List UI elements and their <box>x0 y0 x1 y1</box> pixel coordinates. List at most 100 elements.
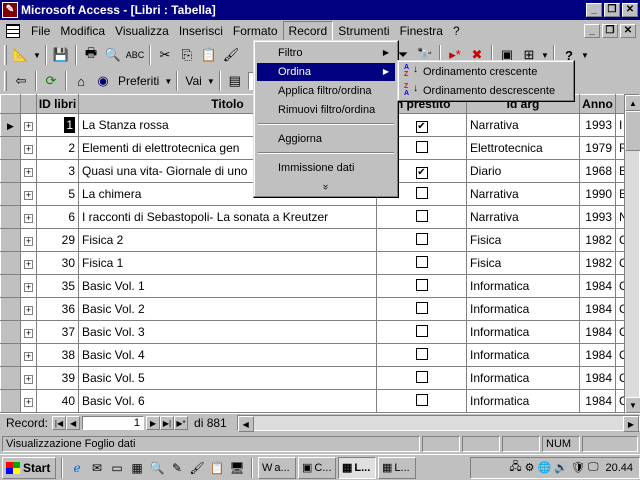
cell-anno[interactable]: 1982 <box>579 251 616 275</box>
cell-id[interactable]: 2 <box>36 136 79 160</box>
scroll-up-icon[interactable]: ▲ <box>625 95 640 111</box>
menu-item-applica-filtro[interactable]: Applica filtro/ordina <box>257 82 395 100</box>
expand-subdatasheet-icon[interactable]: + <box>20 113 37 137</box>
cell-id-arg[interactable]: Informatica <box>466 343 580 367</box>
expand-subdatasheet-icon[interactable]: + <box>20 320 37 344</box>
cell-id[interactable]: 39 <box>36 366 79 390</box>
cell-id-arg[interactable]: Informatica <box>466 274 580 298</box>
paint-icon[interactable]: 🖌 <box>188 459 206 477</box>
row-selector[interactable] <box>0 159 21 183</box>
cell-anno[interactable]: 1993 <box>579 205 616 229</box>
datasheet-icon[interactable] <box>6 24 20 38</box>
print-preview-icon[interactable]: 🔍 <box>102 44 124 66</box>
expand-subdatasheet-icon[interactable]: + <box>20 366 37 390</box>
view-icon[interactable]: 📐 <box>10 44 32 66</box>
cell-id-arg[interactable]: Informatica <box>466 366 580 390</box>
menu-formato[interactable]: Formato <box>228 22 283 40</box>
new-record-nav-icon[interactable]: ▶* <box>174 416 189 430</box>
cell-id[interactable]: 40 <box>36 389 79 413</box>
row-selector[interactable] <box>0 320 21 344</box>
table-row[interactable]: +40Basic Vol. 6Informatica1984C <box>0 389 629 413</box>
cell-id[interactable]: 29 <box>36 228 79 252</box>
cell-anno[interactable]: 1984 <box>579 274 616 298</box>
table-row[interactable]: +6 I racconti di Sebastopoli- La sonata a… <box>0 205 629 229</box>
cell-id-arg[interactable]: Informatica <box>466 389 580 413</box>
row-selector[interactable]: ▶ <box>0 113 21 137</box>
desktop-icon[interactable]: ▭ <box>108 459 126 477</box>
first-record-icon[interactable]: |◀ <box>52 416 67 430</box>
row-selector[interactable] <box>0 182 21 206</box>
scroll-down-icon[interactable]: ▼ <box>625 397 640 413</box>
cell-titolo[interactable]: Basic Vol. 2 <box>78 297 377 321</box>
scheduler-icon[interactable]: ⚙ <box>525 461 535 474</box>
cell-titolo[interactable]: Fisica 2 <box>78 228 377 252</box>
cell-anno[interactable]: 1984 <box>579 320 616 344</box>
menu-inserisci[interactable]: Inserisci <box>174 22 228 40</box>
scroll-thumb[interactable] <box>625 111 640 151</box>
row-selector[interactable] <box>0 343 21 367</box>
cell-titolo[interactable]: I racconti di Sebastopoli- La sonata a K… <box>78 205 377 229</box>
cut-icon[interactable]: ✂ <box>154 44 176 66</box>
restore-button[interactable]: ❐ <box>604 3 620 17</box>
cell-titolo[interactable]: Basic Vol. 6 <box>78 389 377 413</box>
refresh-icon[interactable]: ⟳ <box>40 70 62 92</box>
row-selector[interactable] <box>0 389 21 413</box>
table-row[interactable]: +39Basic Vol. 5Informatica1984C <box>0 366 629 390</box>
internet-explorer-icon[interactable]: ℯ <box>68 459 86 477</box>
explorer-icon[interactable]: 🔍 <box>148 459 166 477</box>
expand-subdatasheet-icon[interactable]: + <box>20 297 37 321</box>
cell-id[interactable]: 3 <box>36 159 79 183</box>
menu-file[interactable]: File <box>26 22 55 40</box>
cell-id-arg[interactable]: Narrativa <box>466 113 580 137</box>
cell-id[interactable]: 35 <box>36 274 79 298</box>
cell-prestito-checkbox[interactable] <box>376 297 467 321</box>
goto-menu[interactable]: Vai <box>181 70 205 92</box>
cell-id-arg[interactable]: Narrativa <box>466 205 580 229</box>
task-item-l[interactable]: ▦ L... <box>378 456 416 479</box>
access-key-icon[interactable]: ✎ <box>2 2 18 18</box>
monitor-icon[interactable]: 🖥 <box>228 459 246 477</box>
cell-prestito-checkbox[interactable] <box>376 389 467 413</box>
cell-anno[interactable]: 1993 <box>579 113 616 137</box>
cell-id[interactable]: 30 <box>36 251 79 275</box>
cell-id[interactable]: 5 <box>36 182 79 206</box>
cell-id-arg[interactable]: Diario <box>466 159 580 183</box>
cell-titolo[interactable]: Fisica 1 <box>78 251 377 275</box>
menu-item-filtro[interactable]: Filtro ▶ <box>257 44 395 62</box>
expand-subdatasheet-icon[interactable]: + <box>20 251 37 275</box>
cell-titolo[interactable]: Basic Vol. 1 <box>78 274 377 298</box>
close-button[interactable]: ✕ <box>622 3 638 17</box>
cell-prestito-checkbox[interactable] <box>376 228 467 252</box>
show-only-web-toolbar-icon[interactable]: ▤ <box>224 70 246 92</box>
clock[interactable]: 20.44 <box>605 462 633 474</box>
cell-id-arg[interactable]: Fisica <box>466 251 580 275</box>
menu-visualizza[interactable]: Visualizza <box>110 22 174 40</box>
column-header-anno[interactable]: Anno <box>579 94 616 114</box>
menu-strumenti[interactable]: Strumenti <box>333 22 394 40</box>
row-selector[interactable] <box>0 297 21 321</box>
row-selector[interactable] <box>0 228 21 252</box>
globe-icon[interactable]: 🌐 <box>537 461 551 474</box>
goto-dropdown-icon[interactable]: ▼ <box>206 70 216 92</box>
cell-id[interactable]: 6 <box>36 205 79 229</box>
spelling-icon[interactable]: ABC <box>124 44 146 66</box>
cell-anno[interactable]: 1984 <box>579 366 616 390</box>
back-icon[interactable]: ⇦ <box>10 70 32 92</box>
cell-id-arg[interactable]: Fisica <box>466 228 580 252</box>
cell-titolo[interactable]: Basic Vol. 5 <box>78 366 377 390</box>
expand-subdatasheet-icon[interactable]: + <box>20 389 37 413</box>
cell-titolo[interactable]: Basic Vol. 3 <box>78 320 377 344</box>
table-row[interactable]: +29Fisica 2Fisica1982C <box>0 228 629 252</box>
menu-item-immissione-dati[interactable]: Immissione dati <box>257 159 395 177</box>
previous-record-icon[interactable]: ◀ <box>66 416 81 430</box>
print-icon[interactable]: 🖶 <box>80 44 102 66</box>
format-painter-icon[interactable]: 🖌 <box>220 44 242 66</box>
table-row[interactable]: +36Basic Vol. 2Informatica1984C <box>0 297 629 321</box>
menu-record[interactable]: Record <box>282 21 334 41</box>
favorites-menu[interactable]: Preferiti <box>114 70 163 92</box>
doc-minimize-button[interactable]: _ <box>584 24 600 38</box>
cell-anno[interactable]: 1979 <box>579 136 616 160</box>
table-row[interactable]: +37Basic Vol. 3Informatica1984C <box>0 320 629 344</box>
row-selector[interactable] <box>0 251 21 275</box>
row-selector[interactable] <box>0 136 21 160</box>
